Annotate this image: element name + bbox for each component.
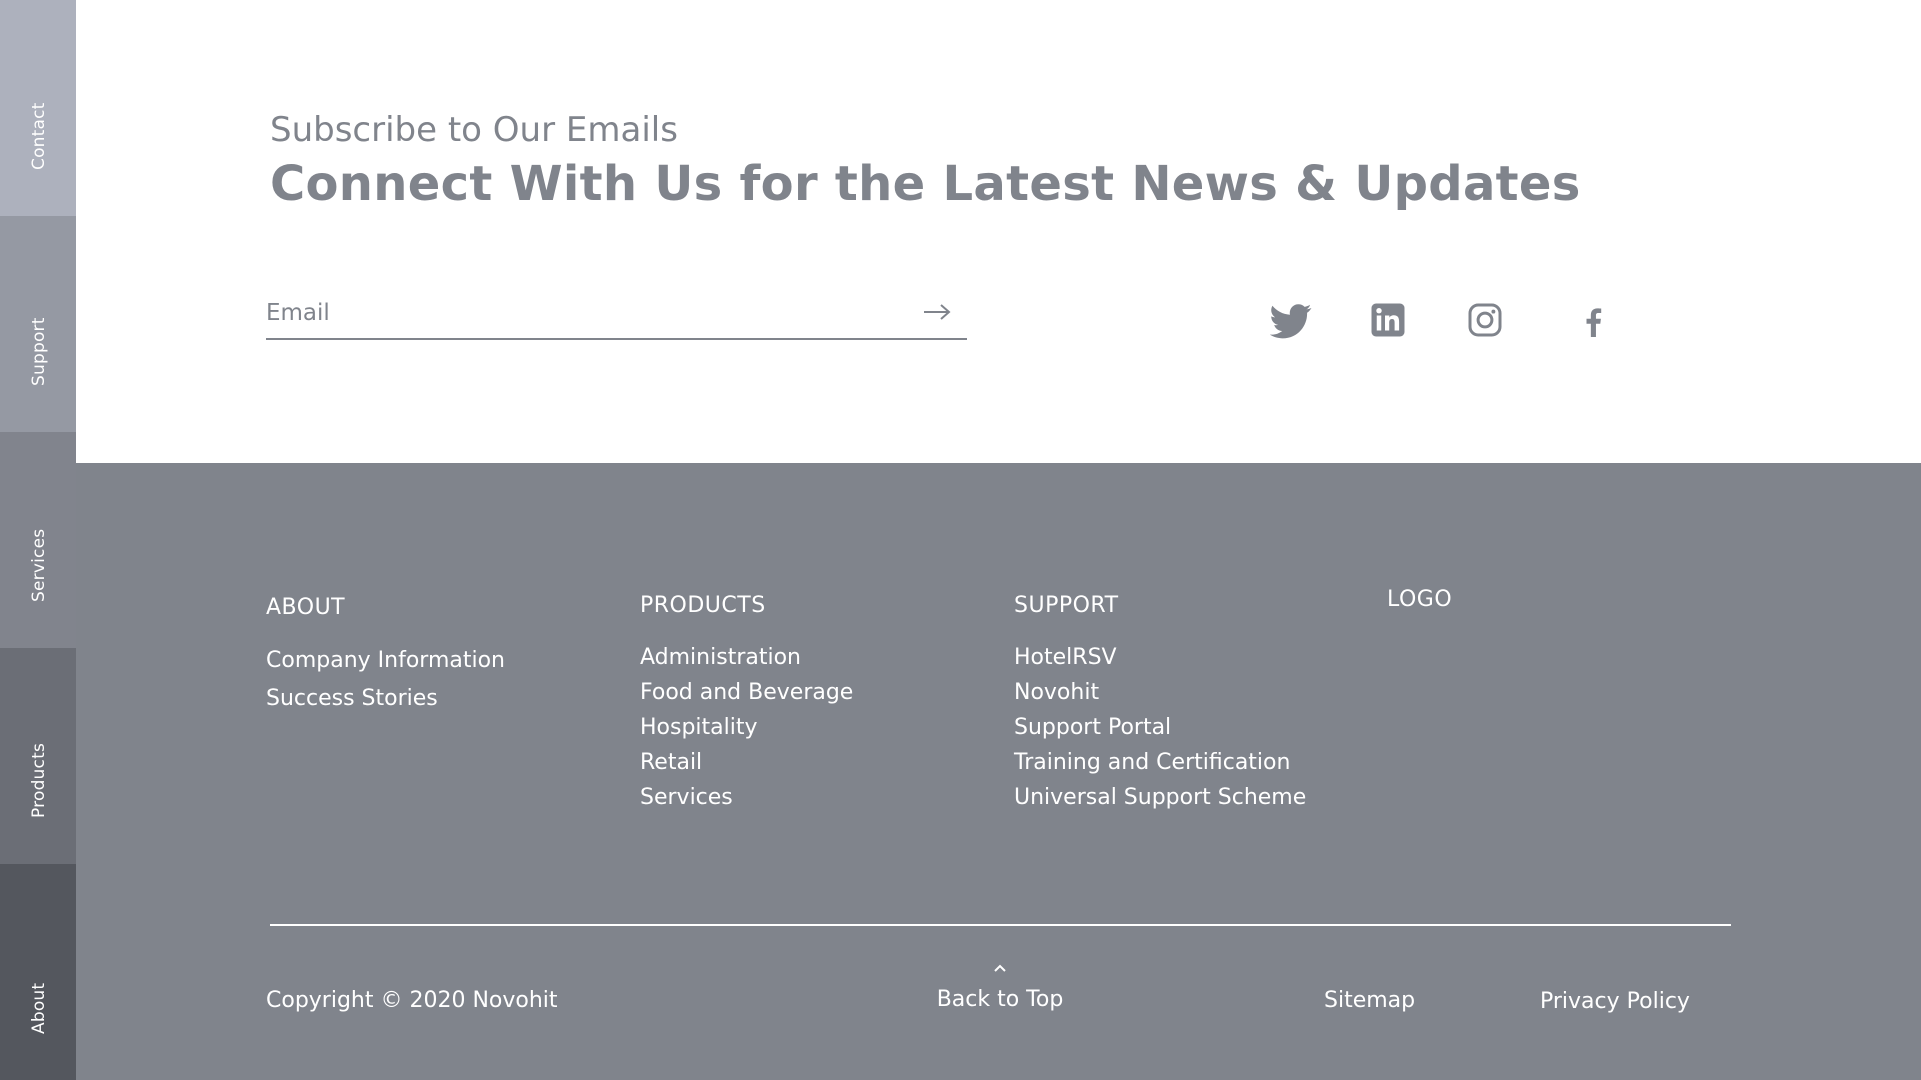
- side-tab-contact[interactable]: Contact: [0, 0, 76, 216]
- privacy-policy-link[interactable]: Privacy Policy: [1540, 989, 1690, 1014]
- footer-heading-support: SUPPORT: [1014, 593, 1119, 618]
- footer-column-products: PRODUCTS Administration Food and Beverag…: [640, 593, 853, 815]
- footer-link-hotelrsv[interactable]: HotelRSV: [1014, 640, 1306, 675]
- footer-link-administration[interactable]: Administration: [640, 640, 853, 675]
- subscribe-title: Connect With Us for the Latest News & Up…: [270, 156, 1581, 212]
- site-footer: ABOUT Company Information Success Storie…: [76, 463, 1921, 1080]
- side-nav: Contact Support Services Products About: [0, 0, 76, 1080]
- instagram-link[interactable]: [1467, 302, 1511, 346]
- twitter-icon: [1270, 300, 1314, 342]
- email-submit-button[interactable]: [921, 296, 953, 328]
- footer-link-success-stories[interactable]: Success Stories: [266, 680, 505, 718]
- email-input[interactable]: [266, 290, 906, 336]
- copyright-text: Copyright © 2020 Novohit: [266, 988, 558, 1013]
- side-tab-label: Contact: [29, 102, 49, 170]
- footer-link-universal-support-scheme[interactable]: Universal Support Scheme: [1014, 780, 1306, 815]
- footer-link-hospitality[interactable]: Hospitality: [640, 710, 853, 745]
- subscribe-eyebrow: Subscribe to Our Emails: [270, 110, 678, 150]
- side-tab-services[interactable]: Services: [0, 432, 76, 648]
- footer-link-novohit[interactable]: Novohit: [1014, 675, 1306, 710]
- footer-logo[interactable]: LOGO: [1387, 587, 1452, 612]
- sitemap-link[interactable]: Sitemap: [1324, 988, 1415, 1013]
- email-form: [266, 290, 967, 340]
- side-tab-label: About: [29, 982, 49, 1034]
- side-tab-label: Products: [29, 742, 49, 818]
- footer-column-about: ABOUT Company Information Success Storie…: [266, 595, 505, 718]
- side-tab-products[interactable]: Products: [0, 648, 76, 864]
- footer-divider: [270, 924, 1731, 926]
- footer-heading-about: ABOUT: [266, 595, 346, 620]
- chevron-up-icon: [930, 959, 1070, 979]
- facebook-icon: [1576, 304, 1620, 340]
- side-tab-label: Support: [29, 317, 49, 386]
- footer-link-retail[interactable]: Retail: [640, 745, 853, 780]
- footer-link-company-information[interactable]: Company Information: [266, 642, 505, 680]
- footer-link-food-and-beverage[interactable]: Food and Beverage: [640, 675, 853, 710]
- footer-link-training-and-certification[interactable]: Training and Certification: [1014, 745, 1306, 780]
- back-to-top-label: Back to Top: [936, 987, 1064, 1012]
- linkedin-link[interactable]: [1370, 302, 1414, 346]
- twitter-link[interactable]: [1270, 300, 1314, 344]
- side-tab-about[interactable]: About: [0, 864, 76, 1080]
- footer-link-support-portal[interactable]: Support Portal: [1014, 710, 1306, 745]
- footer-link-services[interactable]: Services: [640, 780, 853, 815]
- back-to-top-link[interactable]: Back to Top: [930, 959, 1070, 1012]
- side-tab-label: Services: [29, 528, 49, 602]
- facebook-link[interactable]: [1576, 304, 1620, 348]
- side-tab-support[interactable]: Support: [0, 216, 76, 432]
- instagram-icon: [1467, 302, 1511, 338]
- arrow-right-icon: [921, 304, 953, 331]
- linkedin-icon: [1370, 302, 1414, 338]
- footer-column-support: SUPPORT HotelRSV Novohit Support Portal …: [1014, 593, 1306, 815]
- subscribe-section: Subscribe to Our Emails Connect With Us …: [76, 0, 1921, 463]
- footer-heading-products: PRODUCTS: [640, 593, 766, 618]
